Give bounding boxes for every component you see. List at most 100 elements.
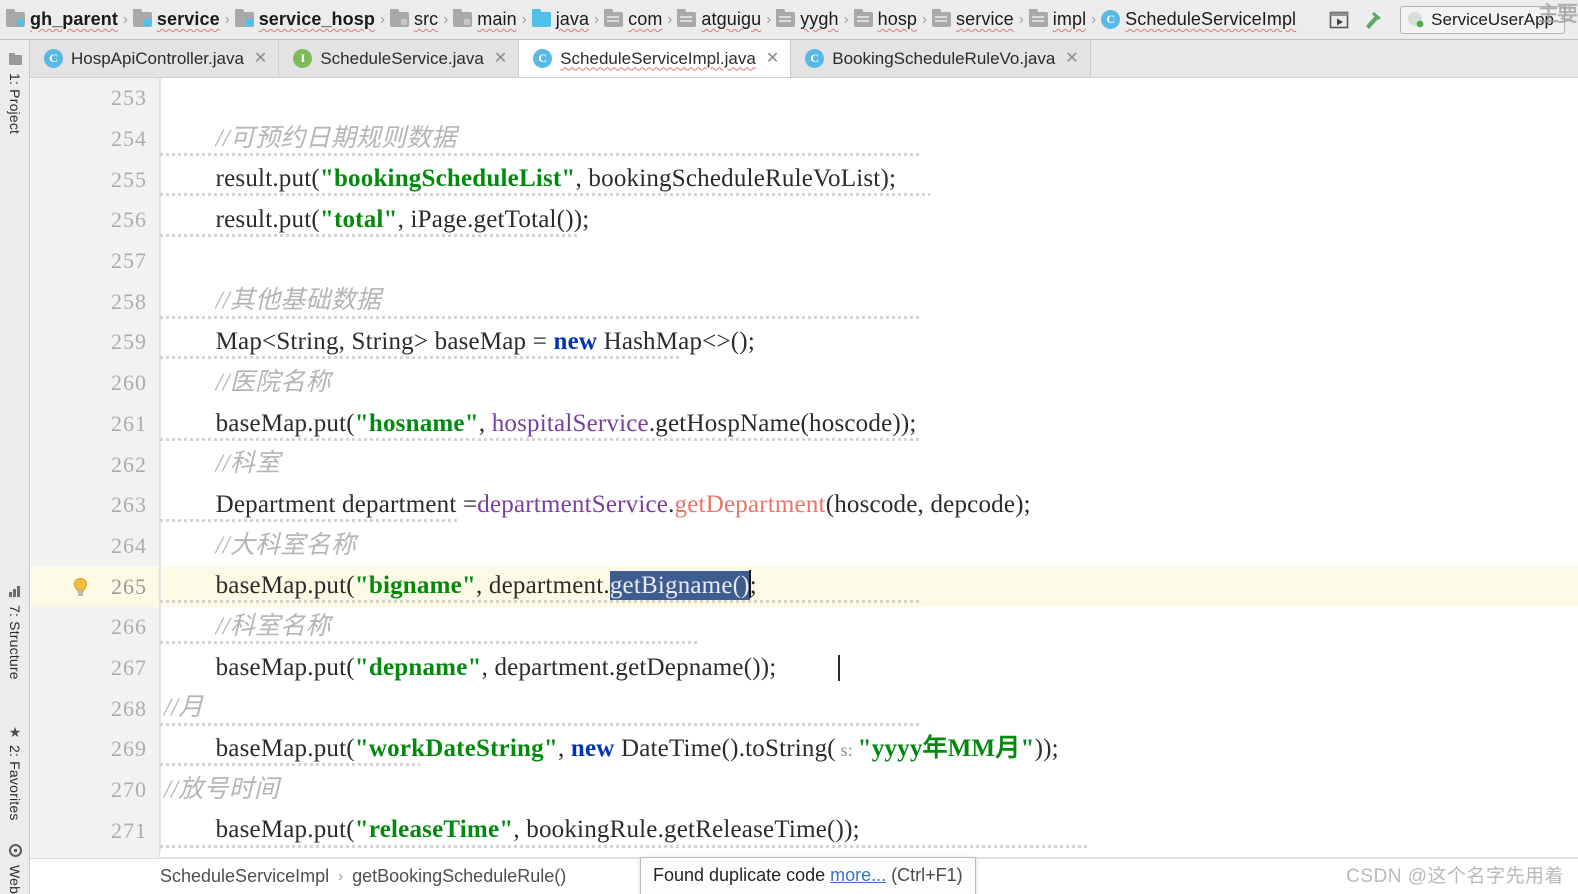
code-token: , bookingRule.getReleaseTime()); bbox=[513, 816, 860, 844]
code-token: getBigname() bbox=[609, 571, 750, 601]
breadcrumb-item-hosp[interactable]: hosp bbox=[850, 3, 921, 37]
breadcrumb-item-service[interactable]: service bbox=[129, 3, 224, 37]
code-line bbox=[160, 240, 1578, 282]
duplicate-code-tooltip: Found duplicate code more... (Ctrl+F1) bbox=[640, 857, 976, 894]
tool-window-button-structure[interactable]: 7: Structure bbox=[0, 580, 30, 684]
code-token: //其他基础数据 bbox=[215, 287, 382, 315]
editor-tab-label: ScheduleServiceImpl.java bbox=[560, 48, 756, 68]
source-folder-icon bbox=[453, 9, 473, 27]
gutter-row: 259 bbox=[31, 322, 159, 363]
breadcrumb-item-java[interactable]: java bbox=[528, 3, 593, 37]
editor-tab-hospapicontroller[interactable]: C HospApiController.java ✕ bbox=[30, 40, 280, 77]
line-number: 261 bbox=[111, 410, 147, 436]
gutter-row: 269 bbox=[31, 729, 159, 770]
gutter-row: 264 bbox=[31, 526, 159, 567]
breadcrumb-separator: › bbox=[1018, 11, 1024, 28]
duplicate-code-marker bbox=[160, 437, 920, 441]
code-editor[interactable]: //可预约日期规则数据 result.put("bookingScheduleL… bbox=[160, 78, 1578, 858]
status-crumb-class[interactable]: ScheduleServiceImpl bbox=[160, 866, 329, 887]
breadcrumb-label: com bbox=[628, 9, 663, 29]
gutter-row: 262 bbox=[31, 444, 159, 485]
close-icon[interactable]: ✕ bbox=[1065, 50, 1078, 67]
line-number: 253 bbox=[111, 85, 147, 111]
code-token: //月 bbox=[164, 694, 204, 722]
run-preview-icon[interactable] bbox=[1326, 7, 1352, 33]
duplicate-code-marker bbox=[160, 641, 700, 645]
close-icon[interactable]: ✕ bbox=[254, 50, 267, 67]
tool-window-label: 1: Project bbox=[7, 73, 23, 135]
editor-tab-scheduleservice[interactable]: I ScheduleService.java ✕ bbox=[279, 40, 520, 77]
tool-window-label: 7: Structure bbox=[7, 605, 23, 680]
package-folder-icon bbox=[1028, 9, 1048, 27]
run-configuration-label: ServiceUserApp bbox=[1431, 9, 1554, 29]
breadcrumb-item-impl[interactable]: impl bbox=[1025, 3, 1090, 37]
run-configuration-selector[interactable]: ServiceUserApp bbox=[1400, 5, 1565, 34]
breadcrumb-item-scheduleserviceimpl[interactable]: C ScheduleServiceImpl bbox=[1097, 3, 1300, 37]
breadcrumb-separator: › bbox=[443, 11, 449, 28]
breadcrumb-item-com[interactable]: com bbox=[600, 3, 666, 37]
editor-gutter[interactable]: 253 254 255 256 257 258 259 260 261 262 263 264 265 2… bbox=[31, 78, 160, 858]
gutter-row: 266 bbox=[31, 607, 159, 648]
code-line bbox=[160, 78, 1578, 119]
code-token: //放号时间 bbox=[164, 775, 280, 803]
package-folder-icon bbox=[677, 9, 697, 27]
star-icon: ★ bbox=[8, 724, 22, 740]
code-token: "bookingScheduleList" bbox=[319, 165, 576, 193]
line-number: 254 bbox=[111, 126, 147, 152]
status-crumb-separator: › bbox=[338, 868, 344, 885]
line-number: 268 bbox=[111, 695, 147, 721]
module-folder-icon bbox=[6, 9, 25, 27]
gutter-row: 256 bbox=[31, 200, 159, 241]
tool-window-label: 2: Favorites bbox=[7, 745, 23, 821]
build-hammer-icon[interactable] bbox=[1360, 7, 1386, 33]
line-number: 265 bbox=[111, 573, 147, 599]
breadcrumb-item-src[interactable]: src bbox=[386, 3, 442, 37]
spring-boot-icon bbox=[1407, 11, 1425, 29]
breadcrumb-item-yygh[interactable]: yygh bbox=[772, 3, 842, 37]
editor-tab-label: BookingScheduleRuleVo.java bbox=[832, 48, 1056, 68]
breadcrumb-item-main[interactable]: main bbox=[449, 3, 520, 37]
close-icon[interactable]: ✕ bbox=[766, 50, 779, 67]
package-folder-icon bbox=[604, 9, 624, 27]
close-icon[interactable]: ✕ bbox=[494, 50, 507, 67]
duplicate-code-marker bbox=[160, 356, 680, 360]
editor-tab-label: HospApiController.java bbox=[71, 48, 244, 68]
code-token: hospitalService bbox=[491, 409, 649, 437]
code-line: //科室 bbox=[160, 444, 1578, 485]
breadcrumb-label: src bbox=[413, 9, 439, 29]
code-token: s: bbox=[835, 740, 858, 760]
code-token: "yyyy年MM月" bbox=[857, 735, 1035, 762]
breadcrumb-separator: › bbox=[594, 11, 600, 28]
gutter-row: 267 bbox=[31, 648, 159, 689]
intention-bulb-icon[interactable] bbox=[73, 577, 88, 596]
idea-window: gh_parent › service › service_hosp › src › main ›… bbox=[0, 0, 1578, 894]
tool-window-button-favorites[interactable]: ★ 2: Favorites bbox=[0, 720, 30, 825]
breadcrumb-label: service_hosp bbox=[258, 9, 375, 29]
gutter-row: 258 bbox=[31, 281, 159, 322]
breadcrumb-item-atguigu[interactable]: atguigu bbox=[673, 3, 765, 37]
line-number: 255 bbox=[111, 166, 147, 192]
status-crumb-method[interactable]: getBookingScheduleRule() bbox=[352, 866, 566, 887]
line-number: 258 bbox=[111, 288, 147, 314]
breadcrumb-separator: › bbox=[766, 11, 772, 28]
code-token: , bookingScheduleRuleVoList); bbox=[575, 165, 897, 193]
breadcrumb-separator: › bbox=[224, 11, 230, 28]
editor-tab-bookingschedulerulevo[interactable]: C BookingScheduleRuleVo.java ✕ bbox=[791, 40, 1091, 77]
project-folder-icon bbox=[8, 52, 22, 68]
gutter-row: 260 bbox=[31, 363, 159, 404]
tool-window-button-project[interactable]: 1: Project bbox=[0, 48, 30, 138]
tool-window-button-web[interactable]: Web bbox=[0, 840, 30, 894]
tooltip-more-link[interactable]: more... bbox=[830, 865, 886, 885]
code-line: //放号时间 bbox=[160, 769, 1578, 811]
code-token: ; bbox=[749, 572, 757, 600]
mouse-text-cursor bbox=[838, 654, 840, 681]
code-token: , iPage.getTotal()); bbox=[397, 206, 590, 234]
code-token: new bbox=[570, 735, 615, 762]
code-fold-guide bbox=[160, 769, 161, 811]
breadcrumb-item-gh_parent[interactable]: gh_parent bbox=[2, 3, 122, 37]
breadcrumb-item-service[interactable]: service bbox=[928, 3, 1018, 37]
editor-tab-scheduleserviceimpl[interactable]: C ScheduleServiceImpl.java ✕ bbox=[519, 40, 792, 77]
code-token: Map<String, String> baseMap = bbox=[164, 328, 554, 356]
breadcrumb-item-service_hosp[interactable]: service_hosp bbox=[231, 3, 379, 37]
